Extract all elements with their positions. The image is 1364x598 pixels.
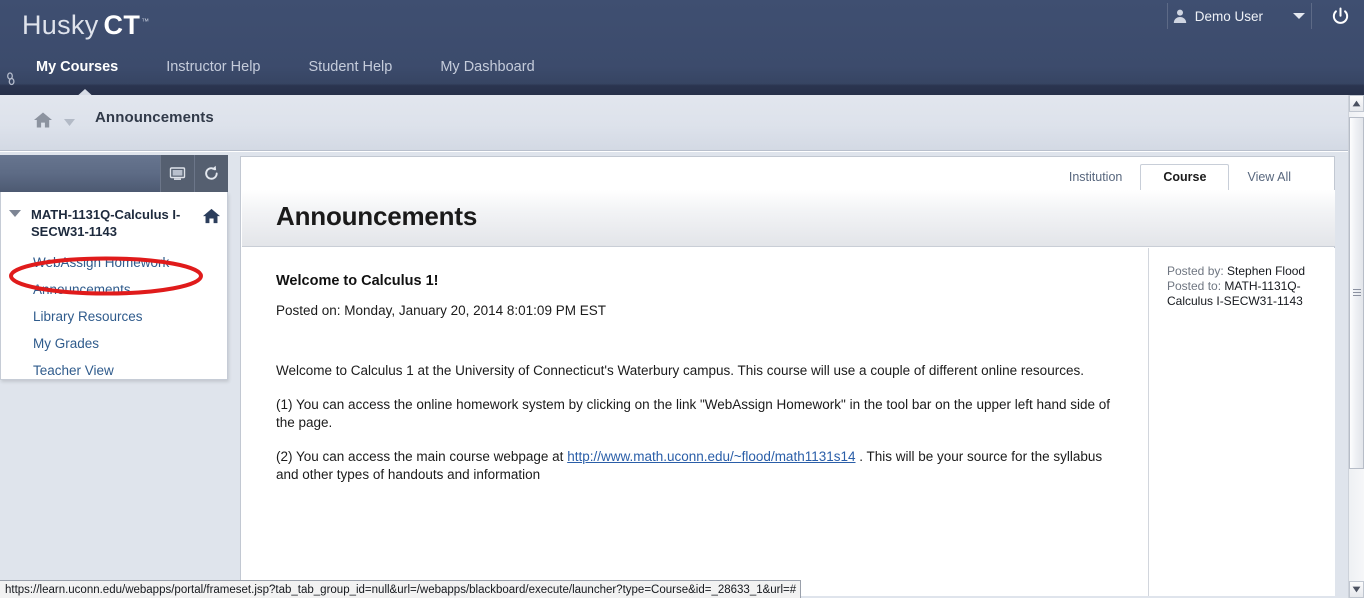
refresh-icon[interactable]	[194, 155, 228, 192]
announcement-paragraph-2: (1) You can access the online homework s…	[276, 397, 1111, 430]
grip-icon	[1353, 289, 1361, 297]
user-menu[interactable]: Demo User	[1166, 3, 1312, 29]
home-icon[interactable]	[32, 109, 54, 131]
page-title: Announcements	[276, 201, 478, 231]
chevron-down-icon[interactable]	[1293, 13, 1305, 19]
triangle-down-icon[interactable]	[9, 210, 21, 217]
sidebar-item-webassign-homework[interactable]: WebAssign Homework	[1, 250, 227, 277]
course-menu-panel: MATH-1131Q-Calculus I-SECW31-1143 WebAss…	[0, 192, 228, 380]
page-body: MATH-1131Q-Calculus I-SECW31-1143 WebAss…	[0, 152, 1348, 598]
logo-text-husky: Husky	[22, 10, 99, 40]
person-icon	[1172, 8, 1188, 24]
nav-tab-instructor-help[interactable]: Instructor Help	[166, 59, 282, 75]
logo-text-ct: CT	[103, 10, 141, 40]
nav-tab-instructor-help-label: Instructor Help	[166, 59, 261, 75]
announcement-paragraph-3-pre: (2) You can access the main course webpa…	[276, 449, 568, 464]
announcement-meta-panel: Posted by: Stephen Flood Posted to: MATH…	[1148, 248, 1335, 596]
posted-to-label: Posted to:	[1167, 279, 1222, 293]
vertical-scrollbar[interactable]	[1348, 95, 1364, 598]
scroll-up-button[interactable]	[1349, 95, 1364, 112]
announcement-item: Welcome to Calculus 1! Posted on: Monday…	[242, 248, 1335, 596]
course-menu-column: MATH-1131Q-Calculus I-SECW31-1143 WebAss…	[0, 152, 228, 598]
link-icon[interactable]	[3, 71, 19, 89]
course-menu-links: WebAssign Homework Announcements Library…	[1, 244, 227, 385]
logout-power-button[interactable]	[1326, 2, 1354, 30]
posted-by-value: Stephen Flood	[1227, 264, 1306, 278]
course-webpage-link[interactable]: http://www.math.uconn.edu/~flood/math113…	[567, 449, 855, 464]
breadcrumb-title: Announcements	[95, 109, 214, 126]
chevron-down-icon[interactable]	[62, 115, 77, 127]
user-name-label: Demo User	[1194, 8, 1263, 24]
announcement-heading: Welcome to Calculus 1!	[276, 273, 439, 289]
global-nav-tabs: My Courses Instructor Help Student Help …	[36, 59, 557, 95]
scrollbar-thumb[interactable]	[1349, 117, 1364, 469]
posted-to-line: Posted to: MATH-1131Q-Calculus I-SECW31-…	[1167, 279, 1327, 309]
nav-tab-student-help[interactable]: Student Help	[309, 59, 415, 75]
tab-course[interactable]: Course	[1140, 164, 1230, 198]
tab-view-all[interactable]: View All	[1233, 165, 1305, 191]
course-header: MATH-1131Q-Calculus I-SECW31-1143	[1, 192, 227, 244]
sidebar-item-announcements[interactable]: Announcements	[1, 277, 227, 304]
husky-ct-logo: Husky CT™	[22, 10, 149, 41]
logo-trademark: ™	[141, 17, 150, 26]
sidebar-item-library-resources[interactable]: Library Resources	[1, 304, 227, 331]
browser-page: Husky CT™ My Courses Instructor Help Stud…	[0, 0, 1364, 598]
breadcrumb-bar: Announcements	[0, 95, 1348, 151]
announcement-paragraph-3: (2) You can access the main course webpa…	[276, 448, 1118, 484]
nav-tab-student-help-label: Student Help	[308, 59, 393, 75]
posted-by-label: Posted by:	[1167, 264, 1224, 278]
course-title: MATH-1131Q-Calculus I-SECW31-1143	[31, 207, 181, 239]
nav-tab-my-dashboard-label: My Dashboard	[440, 59, 535, 75]
content-panel: Institution Course View All Announcement…	[240, 156, 1335, 596]
nav-tab-my-courses-label: My Courses	[36, 59, 119, 75]
content-tabs: Institution Course View All	[1053, 157, 1334, 198]
tab-institution[interactable]: Institution	[1055, 165, 1137, 191]
page-title-band: Announcements	[242, 190, 1335, 247]
sidebar-item-my-grades[interactable]: My Grades	[1, 331, 227, 358]
announcement-body: Welcome to Calculus 1! Posted on: Monday…	[242, 248, 1148, 596]
course-home-icon[interactable]	[202, 207, 221, 225]
scroll-down-button[interactable]	[1349, 581, 1364, 598]
posted-by-line: Posted by: Stephen Flood	[1167, 264, 1327, 279]
sidebar-item-teacher-view[interactable]: Teacher View	[1, 358, 227, 385]
announcement-posted-on: Posted on: Monday, January 20, 2014 8:01…	[276, 303, 606, 318]
nav-tab-my-dashboard[interactable]: My Dashboard	[440, 59, 556, 75]
status-bar-url: https://learn.uconn.edu/webapps/portal/f…	[0, 580, 802, 598]
announcement-paragraph-1: Welcome to Calculus 1 at the University …	[276, 363, 1084, 378]
course-menu-toolbar-buttons	[160, 155, 228, 192]
global-header: Husky CT™ My Courses Instructor Help Stud…	[0, 0, 1364, 95]
nav-tab-my-courses[interactable]: My Courses	[36, 59, 140, 95]
display-screen-icon[interactable]	[160, 155, 194, 192]
course-menu-toolbar	[0, 155, 228, 192]
